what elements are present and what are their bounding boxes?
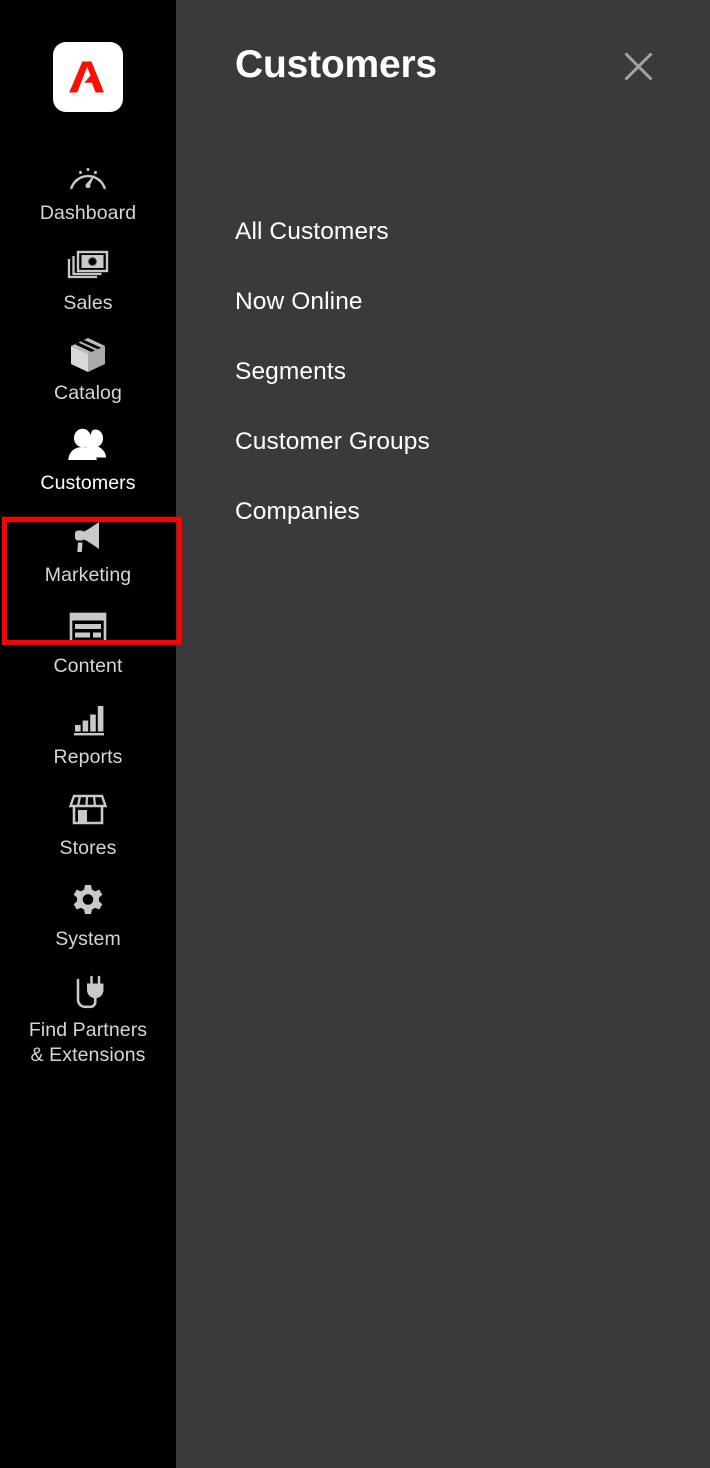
- sidebar-item-marketing[interactable]: Marketing: [0, 508, 176, 596]
- sidebar-item-label-line1: Find Partners: [28, 1019, 148, 1041]
- sidebar-item-reports[interactable]: Reports: [0, 690, 176, 778]
- sidebar-item-sales[interactable]: Sales: [0, 236, 176, 324]
- sidebar-item-find-partners-extensions[interactable]: Find Partners & Extensions: [0, 963, 176, 1076]
- sidebar-item-label: System: [55, 928, 121, 950]
- submenu-item-now-online[interactable]: Now Online: [176, 267, 710, 337]
- gauge-icon: [68, 155, 108, 195]
- banknotes-icon: [67, 245, 109, 285]
- people-icon: [65, 425, 111, 465]
- submenu-item-all-customers[interactable]: All Customers: [176, 197, 710, 267]
- sidebar-item-label: Marketing: [44, 564, 132, 586]
- sidebar-item-stores[interactable]: Stores: [0, 781, 176, 869]
- plug-icon: [67, 972, 109, 1012]
- page-title: Customers: [235, 43, 437, 86]
- megaphone-icon: [67, 517, 109, 557]
- sidebar-item-dashboard[interactable]: Dashboard: [0, 146, 176, 234]
- sidebar-item-catalog[interactable]: Catalog: [0, 326, 176, 414]
- admin-menu-screen: Dashboard Sales Catalog Customers Market…: [0, 0, 710, 1468]
- bar-chart-icon: [68, 699, 108, 739]
- submenu-item-segments[interactable]: Segments: [176, 337, 710, 407]
- sidebar-item-label: Find Partners & Extensions: [0, 1018, 176, 1068]
- submenu-item-customer-groups[interactable]: Customer Groups: [176, 407, 710, 477]
- gear-icon: [69, 881, 107, 921]
- sidebar-item-label: Stores: [59, 837, 117, 859]
- storefront-icon: [67, 790, 109, 830]
- panel-header: Customers: [176, 0, 710, 140]
- sidebar-item-label: Dashboard: [39, 202, 137, 224]
- box-icon: [68, 335, 108, 375]
- sidebar-item-label: Reports: [53, 746, 123, 768]
- sidebar-item-customers[interactable]: Customers: [0, 416, 176, 504]
- sidebar-item-system[interactable]: System: [0, 872, 176, 960]
- submenu-item-companies[interactable]: Companies: [176, 477, 710, 547]
- sidebar-item-label: Content: [53, 655, 123, 677]
- adobe-logo-icon[interactable]: [53, 42, 123, 112]
- sidebar-item-content[interactable]: Content: [0, 599, 176, 687]
- close-icon[interactable]: [618, 46, 658, 86]
- page-layout-icon: [67, 608, 109, 648]
- sidebar-item-label: Customers: [40, 472, 136, 494]
- sidebar-item-label: Sales: [63, 292, 113, 314]
- customers-submenu-panel: Customers All Customers Now Online Segme…: [176, 0, 710, 1468]
- primary-sidebar: Dashboard Sales Catalog Customers Market…: [0, 0, 182, 1468]
- sidebar-item-label: Catalog: [54, 382, 122, 404]
- sidebar-item-label-line2: & Extensions: [30, 1044, 146, 1066]
- submenu-list: All Customers Now Online Segments Custom…: [176, 140, 710, 547]
